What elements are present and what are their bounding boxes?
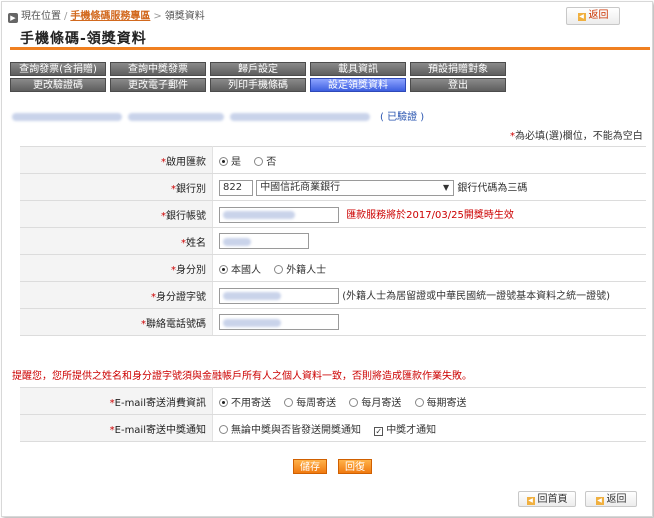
bank-code-note: 銀行代碼為三碼: [457, 182, 528, 194]
page-frame: ▶ 現在位置 / 手機條碼服務專區 > 領獎資料 ◀ 返回 手機條碼-領獎資料 查詢發票(含…: [1, 1, 653, 517]
redacted-email: [230, 113, 370, 121]
form-row-id-number: *身分證字號 (外籍人士為居留證或中華民國統一證號基本資料之統一證號): [20, 281, 646, 309]
form-row-phone: *聯絡電話號碼: [20, 308, 646, 336]
id-number-input[interactable]: [219, 287, 339, 304]
name-input[interactable]: [219, 233, 309, 249]
required-fields-note: *為必填(選)欄位，不能為空白: [510, 131, 643, 142]
field-label: *E-mail寄送中獎通知: [20, 414, 213, 442]
tab-print-barcode[interactable]: 列印手機條碼: [210, 78, 306, 92]
radio-selected[interactable]: [219, 264, 228, 274]
identity-foreigner-option[interactable]: 外籍人士: [274, 264, 326, 276]
warning-message: 提醒您，您所提供之姓名和身分證字號須與金融帳戶所有人之個人資料一致，否則將造成匯…: [12, 371, 472, 382]
phone-input[interactable]: [219, 314, 339, 330]
account-effective-note: 匯款服務將於2017/03/25開獎時生效: [346, 209, 514, 221]
email-invoice-period-option[interactable]: 每期寄送: [414, 397, 467, 409]
home-button[interactable]: ◀ 回首頁: [518, 491, 576, 507]
radio-unselected[interactable]: [284, 397, 294, 407]
top-back-label: 返回: [588, 10, 609, 21]
field-label: *身分別: [20, 254, 213, 282]
radio-unselected[interactable]: [349, 397, 359, 407]
tab-change-email[interactable]: 更改電子郵件: [110, 78, 206, 92]
bank-code-input[interactable]: 822: [219, 179, 253, 196]
bottom-back-button[interactable]: ◀ 返回: [585, 491, 637, 507]
field-label: *啟用匯款: [20, 146, 213, 174]
field-label: *身分證字號: [20, 281, 213, 309]
tab-winning-invoices[interactable]: 查詢中獎發票: [110, 62, 206, 76]
email-invoice-none-option[interactable]: 不用寄送: [219, 397, 271, 409]
form-row-email-prize: *E-mail寄送中獎通知 無論中獎與否皆發送開獎通知 ✓ 中獎才通知: [20, 414, 646, 442]
save-button[interactable]: 儲存: [293, 459, 327, 474]
radio-selected[interactable]: [219, 156, 228, 166]
breadcrumb-page: 領獎資料: [164, 11, 205, 22]
prize-form-table: *啟用匯款 是 否 *銀行別 822 中國信託商業銀行 ▼ 銀行代碼為三碼 *銀行…: [20, 146, 646, 336]
form-row-email-invoice: *E-mail寄送消費資訊 不用寄送 每周寄送 每月寄送 每期寄送: [20, 387, 646, 415]
bank-select[interactable]: 中國信託商業銀行 ▼: [256, 179, 455, 196]
top-back-button[interactable]: ◀ 返回: [566, 7, 620, 25]
enable-no-option[interactable]: 否: [254, 156, 276, 168]
field-label: *銀行別: [20, 173, 213, 201]
reset-button[interactable]: 回復: [338, 459, 372, 474]
bank-account-input[interactable]: [219, 206, 339, 223]
breadcrumb-link-service[interactable]: 手機條碼服務專區: [70, 11, 150, 22]
radio-selected[interactable]: [219, 397, 228, 407]
email-prize-winning-option[interactable]: ✓ 中獎才通知: [374, 425, 436, 436]
email-invoice-weekly-option[interactable]: 每周寄送: [284, 397, 336, 409]
tab-logout[interactable]: 登出: [410, 78, 506, 92]
title-divider: [10, 47, 650, 50]
breadcrumb-current-label: 現在位置: [21, 11, 61, 22]
verified-status: ( 已驗證 ): [380, 112, 425, 123]
tab-account-linking[interactable]: 歸戶設定: [210, 62, 306, 76]
page-title: 手機條碼-領獎資料: [20, 31, 147, 47]
redacted-text: [128, 113, 224, 121]
radio-unselected[interactable]: [414, 397, 424, 407]
tab-query-invoices[interactable]: 查詢發票(含捐贈): [10, 62, 106, 76]
location-arrow-icon: ▶: [8, 13, 18, 23]
field-label: *姓名: [20, 227, 213, 255]
id-number-note: (外籍人士為居留證或中華民國統一證號基本資料之統一證號): [342, 290, 610, 302]
identity-citizen-option[interactable]: 本國人: [219, 264, 261, 276]
form-row-bank: *銀行別 822 中國信託商業銀行 ▼ 銀行代碼為三碼: [20, 173, 646, 201]
form-row-identity: *身分別 本國人 外籍人士: [20, 254, 646, 282]
back-arrow-icon: ◀: [595, 497, 604, 505]
email-prize-always-option[interactable]: 無論中獎與否皆發送開獎通知: [219, 424, 361, 436]
email-invoice-monthly-option[interactable]: 每月寄送: [349, 397, 401, 409]
checkbox-checked-icon[interactable]: ✓: [374, 426, 384, 436]
radio-unselected[interactable]: [274, 264, 284, 274]
back-arrow-icon: ◀: [526, 497, 535, 505]
tab-prize-settings[interactable]: 設定領獎資料: [310, 78, 406, 92]
tab-change-verification-code[interactable]: 更改驗證碼: [10, 78, 106, 92]
tab-default-donation[interactable]: 預設捐贈對象: [410, 62, 506, 76]
breadcrumb-separator: /: [64, 11, 68, 22]
field-label: *銀行帳號: [20, 200, 213, 228]
redacted-text: [12, 113, 122, 121]
enable-yes-option[interactable]: 是: [219, 156, 241, 168]
form-row-account: *銀行帳號 匯款服務將於2017/03/25開獎時生效: [20, 200, 646, 228]
field-label: *E-mail寄送消費資訊: [20, 387, 213, 415]
tab-carrier-info[interactable]: 載具資訊: [310, 62, 406, 76]
breadcrumb-separator: >: [153, 11, 162, 22]
account-info-line: ( 已驗證 ): [12, 112, 424, 124]
radio-unselected[interactable]: [254, 156, 264, 166]
form-row-name: *姓名: [20, 227, 646, 255]
field-label: *聯絡電話號碼: [20, 308, 213, 336]
dropdown-arrow-icon: ▼: [443, 182, 450, 192]
radio-unselected[interactable]: [219, 424, 228, 434]
email-settings-table: *E-mail寄送消費資訊 不用寄送 每周寄送 每月寄送 每期寄送 *E-mai…: [20, 387, 646, 442]
form-row-enable: *啟用匯款 是 否: [20, 146, 646, 174]
breadcrumb: ▶ 現在位置 / 手機條碼服務專區 > 領獎資料: [8, 10, 205, 24]
back-arrow-icon: ◀: [577, 13, 586, 21]
